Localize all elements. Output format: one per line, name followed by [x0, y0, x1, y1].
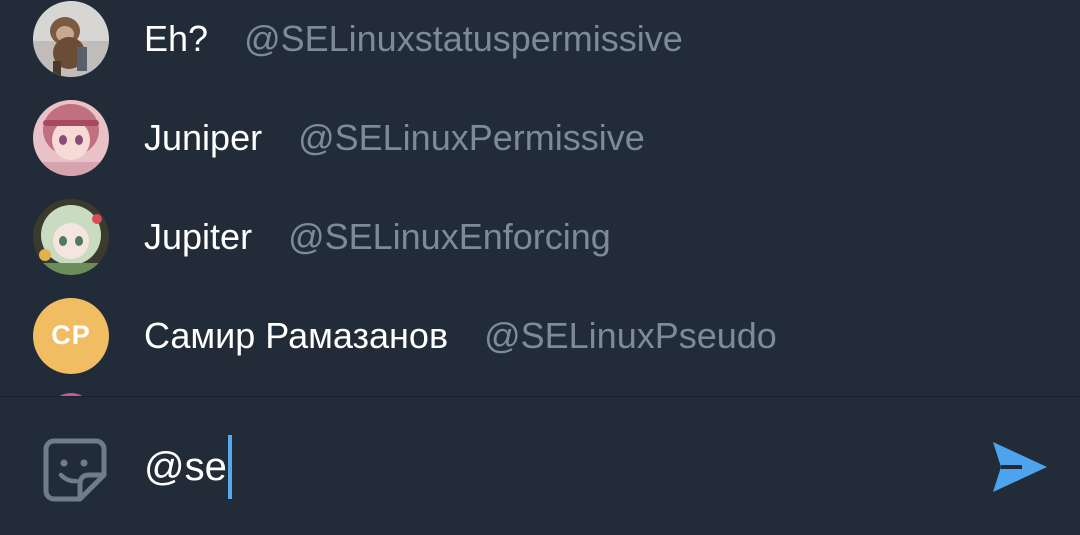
- mention-name: Самир Рамазанов: [144, 315, 449, 356]
- mention-username: @SELinuxEnforcing: [288, 216, 611, 257]
- mention-item[interactable]: Jupiter @SELinuxEnforcing: [0, 187, 1080, 286]
- mention-name: Eh?: [144, 18, 209, 59]
- chat-screen: Eh? @SELinuxstatuspermissive Juniper @SELi…: [0, 0, 1080, 535]
- mention-name-line: Самир Рамазанов @SELinuxPseudo: [144, 315, 777, 357]
- mention-item[interactable]: CP Самир Рамазанов @SELinuxPseudo: [0, 286, 1080, 385]
- mention-item[interactable]: Juniper @SELinuxPermissive: [0, 88, 1080, 187]
- mention-item[interactable]: Eh? @SELinuxstatuspermissive: [0, 0, 1080, 88]
- mention-username: @SELinuxPseudo: [484, 315, 777, 356]
- message-input-bar: @se: [0, 396, 1080, 535]
- mention-name-line: Jupiter @SELinuxEnforcing: [144, 216, 611, 258]
- mention-username: @SELinuxstatuspermissive: [244, 18, 683, 59]
- text-caret: [227, 435, 232, 499]
- mention-name-line: Eh? @SELinuxstatuspermissive: [144, 18, 683, 60]
- message-input-text[interactable]: @se: [144, 445, 227, 490]
- sticker-icon[interactable]: [42, 437, 108, 503]
- avatar-initials: CP: [33, 297, 109, 374]
- mention-username: @SELinuxPermissive: [298, 117, 645, 158]
- mention-name-line: Juniper @SELinuxPermissive: [144, 117, 645, 159]
- avatar: [33, 198, 109, 275]
- avatar: [33, 99, 109, 176]
- avatar: [33, 0, 109, 77]
- send-icon[interactable]: [990, 439, 1050, 495]
- mention-suggestions-list: Eh? @SELinuxstatuspermissive Juniper @SELi…: [0, 0, 1080, 396]
- mention-name: Juniper: [144, 117, 263, 158]
- message-input[interactable]: @se: [144, 435, 944, 499]
- mention-name: Jupiter: [144, 216, 253, 257]
